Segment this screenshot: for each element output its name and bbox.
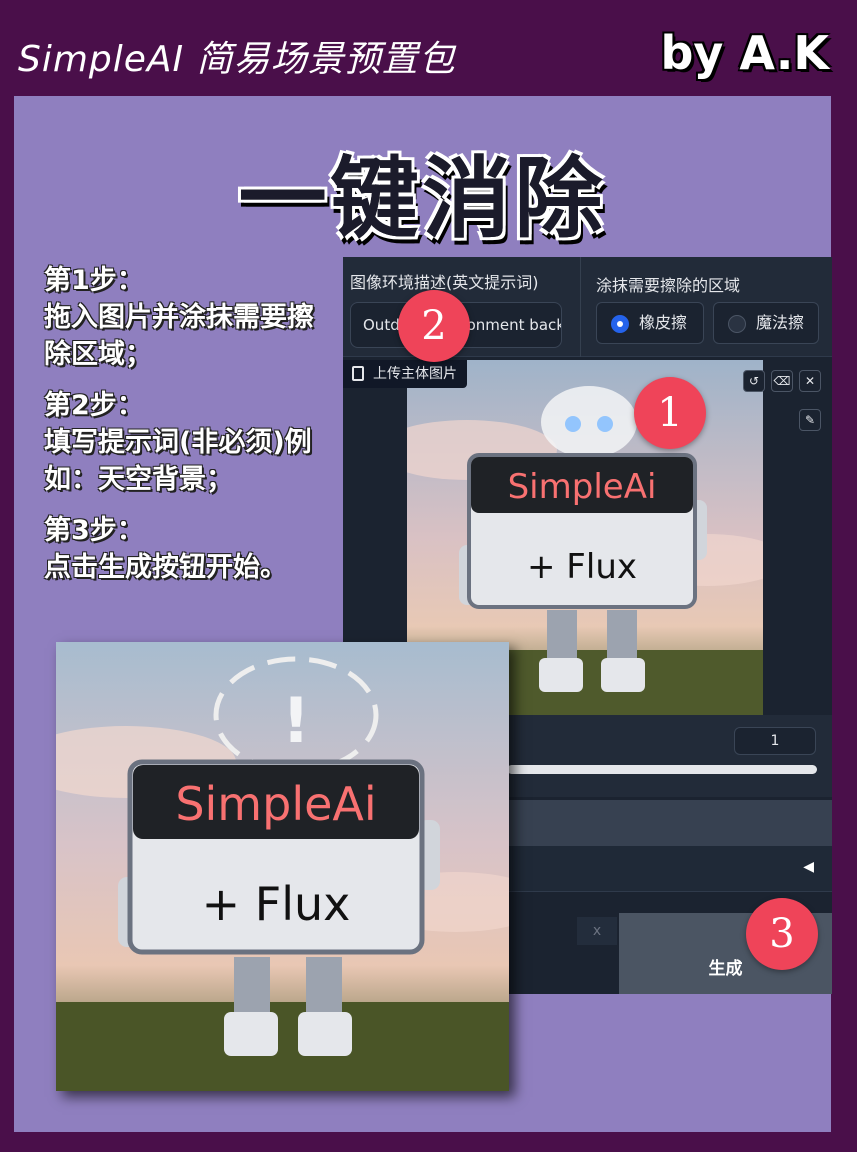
number-input[interactable]: 1	[734, 727, 816, 755]
prompt-label: 图像环境描述(英文提示词)	[350, 273, 539, 292]
result-photo: ! SimpleAi + Flux	[56, 642, 509, 1091]
undo-icon[interactable]: ↺	[743, 370, 765, 392]
option-magic-eraser[interactable]: 魔法擦	[713, 302, 819, 344]
erase-area-label: 涂抹需要擦除的区域	[596, 276, 741, 295]
author-credit: by A.K	[660, 26, 829, 80]
close-icon[interactable]: ✕	[799, 370, 821, 392]
canvas-sign-bottom: + Flux	[527, 547, 637, 587]
step-badge-2: 2	[398, 290, 470, 362]
brush-icon[interactable]: ✎	[799, 409, 821, 431]
eraser-icon[interactable]: ⌫	[771, 370, 793, 392]
option-eraser[interactable]: 橡皮擦	[596, 302, 704, 344]
top-banner: SimpleAI 简易场景预置包 by A.K	[0, 0, 857, 96]
step-1: 第1步： 拖入图片并涂抹需要擦除区域；	[44, 262, 334, 373]
divider	[580, 257, 581, 357]
instruction-steps: 第1步： 拖入图片并涂抹需要擦除区域； 第2步： 填写提示词(非必须)例如：天空…	[44, 262, 334, 600]
upload-label: 上传主体图片	[373, 366, 457, 382]
option-eraser-label: 橡皮擦	[639, 313, 688, 332]
step-3: 第3步： 点击生成按钮开始。	[44, 512, 334, 586]
step-1-title: 第1步：	[44, 265, 144, 296]
step-2: 第2步： 填写提示词(非必须)例如：天空背景；	[44, 387, 334, 498]
step-1-body: 拖入图片并涂抹需要擦除区域；	[44, 302, 314, 370]
option-magic-eraser-label: 魔法擦	[756, 313, 805, 332]
settings-row	[507, 800, 832, 846]
step-3-title: 第3步：	[44, 515, 144, 546]
upload-image-tag[interactable]: 上传主体图片	[343, 360, 467, 388]
radio-magic-eraser[interactable]	[728, 315, 746, 333]
brand-title: SimpleAI 简易场景预置包	[18, 39, 456, 80]
result-image: ! SimpleAi + Flux	[56, 642, 509, 1091]
photo-sign-bottom: + Flux	[202, 877, 351, 931]
photo-sign-top: SimpleAi	[175, 777, 376, 831]
clear-button[interactable]: x	[577, 917, 617, 945]
canvas-sign-top: SimpleAi	[508, 467, 657, 507]
image-icon	[352, 366, 364, 381]
step-2-body: 填写提示词(非必须)例如：天空背景；	[44, 427, 312, 495]
step-badge-1: 1	[634, 377, 706, 449]
slider-row: 1	[507, 715, 832, 797]
step-3-body: 点击生成按钮开始。	[44, 552, 287, 583]
exclamation-mark: !	[282, 684, 310, 757]
accordion-row[interactable]: ◀	[507, 846, 832, 892]
slider-track[interactable]	[507, 765, 817, 774]
step-badge-3: 3	[746, 898, 818, 970]
step-2-title: 第2步：	[44, 390, 144, 421]
triangle-left-icon[interactable]: ◀	[803, 859, 814, 875]
page-headline: 一键消除	[238, 147, 607, 250]
radio-eraser[interactable]	[611, 315, 629, 333]
